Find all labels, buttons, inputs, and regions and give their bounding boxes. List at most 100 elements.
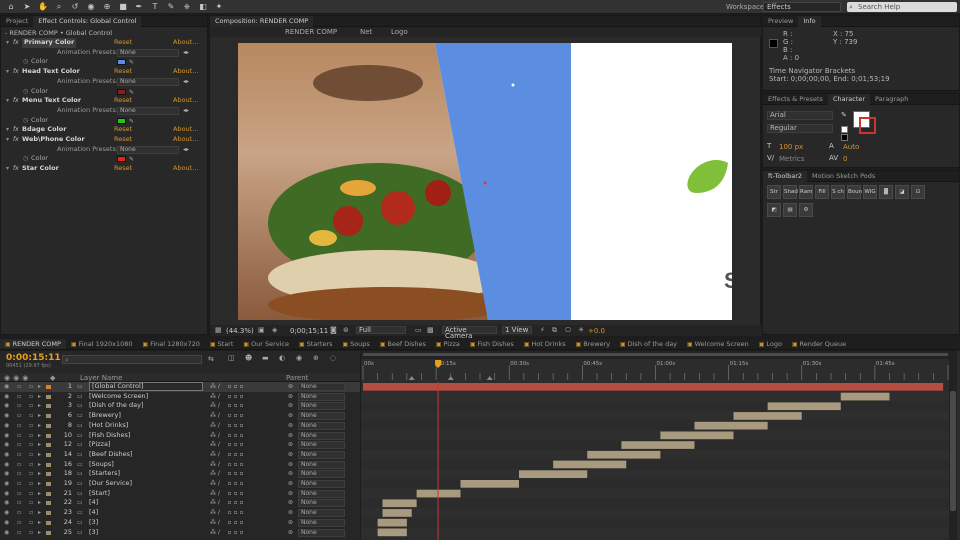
layer-switches[interactable]: ⁂ ∕ ▫ ▫ ▫	[210, 460, 244, 470]
tab-paragraph[interactable]: Paragraph	[870, 94, 913, 105]
layer-row[interactable]: ◉ ▫ ▫ ▸ 12 ▭ [Pizza] ⁂ ∕ ▫ ▫ ▫ ⊚ None	[0, 440, 360, 450]
label-color[interactable]	[46, 482, 51, 486]
comp-tab[interactable]: ▣ Dish of the day	[615, 339, 682, 349]
layer-name[interactable]: [4]	[89, 508, 98, 518]
mask-visibility-icon[interactable]: ◈	[272, 326, 277, 334]
transparency-grid-icon[interactable]: ▩	[427, 326, 434, 334]
visibility-icon[interactable]: ◉ ▫ ▫	[4, 440, 36, 450]
marker-icon[interactable]	[447, 376, 454, 380]
tab-ft-toolbar[interactable]: ft-Toolbar2	[763, 171, 808, 182]
visibility-icon[interactable]: ◉ ▫ ▫	[4, 450, 36, 460]
scrollbar-thumb[interactable]	[950, 391, 956, 511]
twirl-icon[interactable]: ▸	[38, 401, 41, 411]
layer-row[interactable]: ◉ ▫ ▫ ▸ 8 ▭ [Hot Drinks] ⁂ ∕ ▫ ▫ ▫ ⊚ Non…	[0, 421, 360, 431]
layer-search-input[interactable]: ⌕	[62, 355, 202, 364]
twirl-icon[interactable]: ▸	[38, 440, 41, 450]
text-tool-icon[interactable]: T	[150, 2, 160, 12]
twirl-icon[interactable]: ▸	[38, 421, 41, 431]
about-link[interactable]: About...	[173, 135, 198, 145]
stopwatch-icon[interactable]: ◷	[23, 154, 28, 164]
work-area-bar[interactable]	[361, 351, 951, 359]
visibility-icon[interactable]: ◉ ▫ ▫	[4, 382, 36, 392]
fx-icon[interactable]: fx	[13, 67, 19, 77]
breadcrumb-item[interactable]: RENDER COMP	[285, 28, 337, 36]
label-color[interactable]	[46, 404, 51, 409]
layer-name[interactable]: [Hot Drinks]	[89, 421, 128, 431]
effect-row[interactable]: ▾ fx Bdage Color Reset About...	[1, 125, 207, 135]
graph-editor-icon[interactable]: ◉	[296, 354, 302, 362]
layer-duration-bar[interactable]	[377, 528, 407, 537]
camera-select[interactable]: Active Camera	[442, 326, 497, 340]
twirl-down-icon[interactable]: ▾	[6, 135, 9, 145]
breadcrumb-item[interactable]: Logo	[391, 28, 408, 36]
layer-duration-bar[interactable]	[587, 450, 661, 459]
layer-name[interactable]: [4]	[89, 498, 98, 508]
layer-name[interactable]: [3]	[89, 518, 98, 528]
parent-pickwhip-icon[interactable]: ⊚	[288, 528, 293, 538]
parent-pickwhip-icon[interactable]: ⊚	[288, 401, 293, 411]
layer-name[interactable]: [Welcome Screen]	[89, 392, 148, 402]
parent-select[interactable]: None	[298, 412, 345, 421]
pen-tool-icon[interactable]: ✒	[134, 2, 144, 12]
layer-switches[interactable]: ⁂ ∕ ▫ ▫ ▫	[210, 392, 244, 402]
stroke-color-swatch[interactable]	[859, 117, 876, 134]
tab-motion-sketch[interactable]: Motion Sketch Pods	[807, 171, 880, 182]
layer-switches[interactable]: ⁂ ∕ ▫ ▫ ▫	[210, 411, 244, 421]
parent-pickwhip-icon[interactable]: ⊚	[288, 392, 293, 402]
parent-pickwhip-icon[interactable]: ⊚	[288, 411, 293, 421]
layer-duration-bar[interactable]	[382, 509, 412, 517]
parent-select[interactable]: None	[298, 383, 345, 391]
parent-select[interactable]: None	[298, 489, 345, 498]
effect-row[interactable]: ▾ fx Head Text Color Reset About...	[1, 67, 207, 77]
effect-row[interactable]: ▾ fx Primary Color Reset About...	[1, 38, 207, 48]
layer-row[interactable]: ◉ ▫ ▫ ▸ 25 ▭ [3] ⁂ ∕ ▫ ▫ ▫ ⊚ None	[0, 528, 360, 538]
label-color[interactable]	[46, 501, 51, 506]
safe-zones-icon[interactable]: ▣	[258, 326, 265, 334]
comp-tab[interactable]: ▣ Starters	[294, 339, 338, 349]
ft-icon-button[interactable]: ◪	[895, 185, 909, 199]
tab-preview[interactable]: Preview	[763, 16, 798, 27]
parent-header[interactable]: Parent	[286, 374, 308, 382]
ft-button[interactable]: Ram	[799, 185, 813, 199]
pan-behind-tool-icon[interactable]: ⊕	[102, 2, 112, 12]
preset-nav-icon[interactable]: ◂▸	[183, 106, 189, 116]
parent-pickwhip-icon[interactable]: ⊚	[288, 440, 293, 450]
color-swatch[interactable]	[117, 117, 126, 124]
clone-stamp-icon[interactable]: ⎈	[182, 2, 192, 12]
about-link[interactable]: About...	[173, 96, 198, 106]
parent-select[interactable]: None	[298, 441, 345, 450]
layer-switches[interactable]: ⁂ ∕ ▫ ▫ ▫	[210, 518, 244, 528]
twirl-icon[interactable]: ▸	[38, 450, 41, 460]
parent-select[interactable]: None	[298, 460, 345, 469]
comp-tab[interactable]: ▣ Start	[205, 339, 238, 349]
parent-select[interactable]: None	[298, 431, 345, 440]
fx-icon[interactable]: fx	[13, 135, 19, 145]
comp-tab[interactable]: ▣ Final 1920x1080	[66, 339, 138, 349]
preset-nav-icon[interactable]: ◂▸	[183, 145, 189, 155]
layer-duration-bar[interactable]	[733, 412, 802, 420]
fx-icon[interactable]: fx	[13, 164, 19, 174]
twirl-icon[interactable]: ▸	[38, 460, 41, 470]
parent-select[interactable]: None	[298, 499, 345, 508]
ft-button[interactable]: Str	[767, 185, 781, 199]
comp-tab[interactable]: ▣ Final 1280x720	[138, 339, 205, 349]
selection-tool-icon[interactable]: ➤	[22, 2, 32, 12]
layer-name[interactable]: [3]	[89, 528, 98, 538]
work-area-range[interactable]	[363, 353, 948, 356]
views-select[interactable]: 1 View	[502, 326, 532, 334]
twirl-down-icon[interactable]: ▾	[6, 67, 9, 77]
label-color[interactable]	[46, 472, 51, 477]
marker-icon[interactable]	[486, 376, 493, 380]
fast-preview-icon[interactable]: ⚡	[540, 326, 545, 334]
layer-switches[interactable]: ⁂ ∕ ▫ ▫ ▫	[210, 421, 244, 431]
leading-value[interactable]: Auto	[843, 143, 859, 151]
visibility-icon[interactable]: ◉ ▫ ▫	[4, 392, 36, 402]
brush-tool-icon[interactable]: ✎	[166, 2, 176, 12]
search-help-input[interactable]: ⌕ Search Help	[847, 2, 957, 12]
zoom-select[interactable]: (44.3%)	[226, 327, 254, 335]
layer-switches[interactable]: ⁂ ∕ ▫ ▫ ▫	[210, 528, 244, 538]
label-color[interactable]	[46, 385, 51, 389]
hand-tool-icon[interactable]: ✋	[38, 2, 48, 12]
layer-switches[interactable]: ⁂ ∕ ▫ ▫ ▫	[210, 382, 244, 392]
animation-presets-select[interactable]: None	[117, 106, 179, 115]
